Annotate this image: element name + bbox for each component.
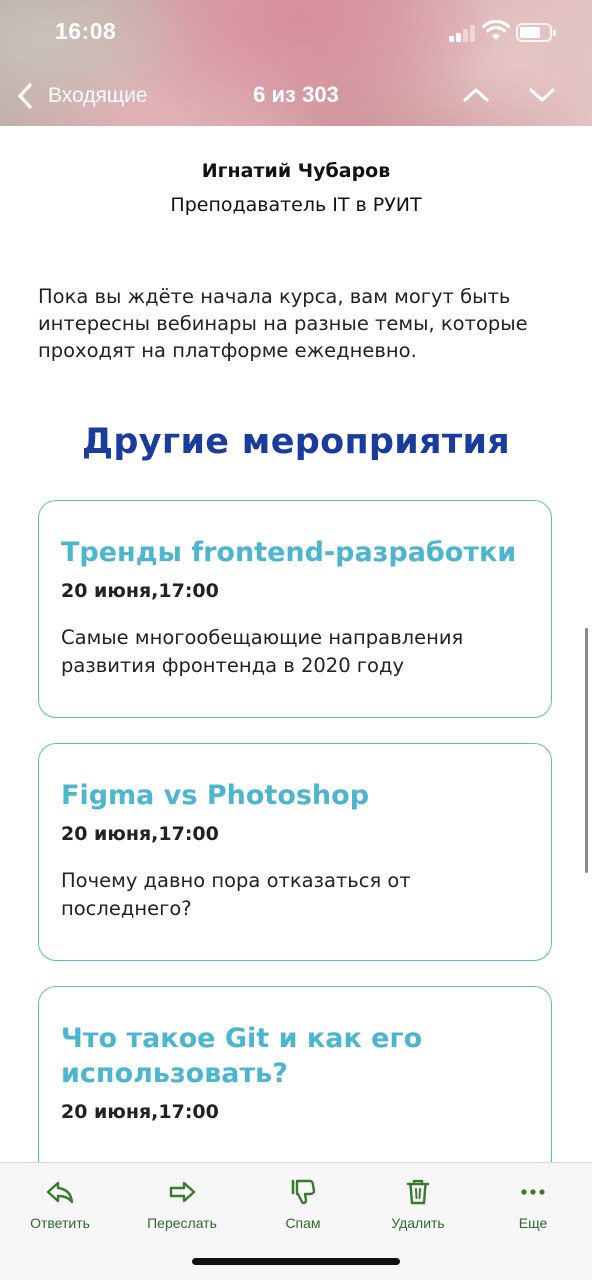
forward-icon <box>169 1181 196 1203</box>
reply-label: Ответить <box>30 1215 90 1231</box>
scrollbar[interactable] <box>585 628 588 873</box>
wifi-icon <box>482 20 510 40</box>
spam-label: Спам <box>285 1215 321 1231</box>
event-title[interactable]: Что такое Git и как его использовать? <box>61 1021 529 1091</box>
intro-text: Пока вы ждёте начала курса, вам могут бы… <box>38 285 528 362</box>
sender-name: Игнатий Чубаров <box>201 160 391 182</box>
next-message-chevron-down-icon[interactable] <box>527 82 557 108</box>
trash-icon <box>406 1179 430 1205</box>
more-label: Еще <box>518 1215 548 1231</box>
event-card[interactable]: Что такое Git и как его использовать? 20… <box>38 986 552 1165</box>
more-dots-icon <box>521 1189 545 1195</box>
reply-icon <box>46 1181 74 1204</box>
more-button[interactable]: Еще <box>483 1177 583 1231</box>
spam-button[interactable]: Спам <box>253 1177 353 1231</box>
section-title: Другие мероприятия <box>81 422 511 462</box>
forward-button[interactable]: Переслать <box>132 1177 232 1231</box>
sender-role: Преподаватель IT в РУИТ <box>170 194 422 216</box>
event-date: 20 июня,17:00 <box>61 823 219 845</box>
event-description: Почему давно пора отказаться от последне… <box>61 869 411 920</box>
nav-bar: Входящие 6 из 303 <box>0 72 592 120</box>
event-date: 20 июня,17:00 <box>61 1101 219 1123</box>
forward-label: Переслать <box>147 1215 217 1231</box>
event-date: 20 июня,17:00 <box>61 580 219 602</box>
event-title[interactable]: Тренды frontend-разработки <box>61 535 529 570</box>
status-time: 16:08 <box>55 18 117 44</box>
event-card[interactable]: Тренды frontend-разработки 20 июня,17:00… <box>38 500 552 718</box>
thumbs-down-icon <box>291 1179 316 1205</box>
delete-button[interactable]: Удалить <box>368 1177 468 1231</box>
event-card[interactable]: Figma vs Photoshop 20 июня,17:00 Почему … <box>38 743 552 961</box>
status-bar: 16:08 <box>0 0 592 64</box>
message-header: 16:08 Входящие 6 из 303 <box>0 0 592 126</box>
reply-button[interactable]: Ответить <box>10 1177 110 1231</box>
events-list: Тренды frontend-разработки 20 июня,17:00… <box>38 500 552 1165</box>
event-description: Самые многообещающие направления развити… <box>61 626 464 677</box>
home-indicator[interactable] <box>192 1258 400 1265</box>
message-counter: 6 из 303 <box>253 82 339 107</box>
delete-label: Удалить <box>391 1215 445 1231</box>
previous-message-chevron-up-icon[interactable] <box>461 82 491 108</box>
battery-icon <box>516 23 556 42</box>
event-title[interactable]: Figma vs Photoshop <box>61 778 529 813</box>
cellular-signal-icon <box>449 24 479 42</box>
